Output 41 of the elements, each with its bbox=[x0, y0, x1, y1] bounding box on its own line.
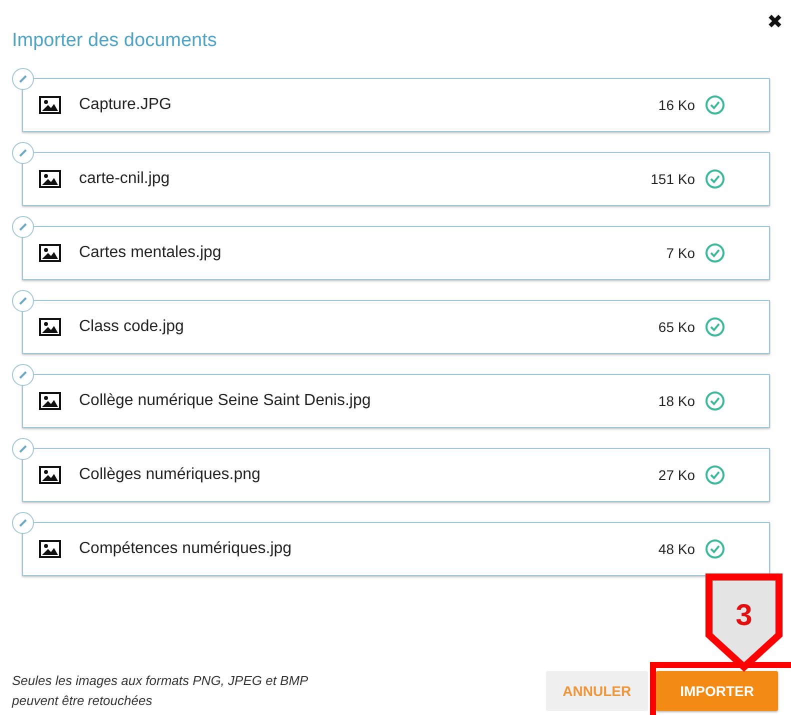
pencil-icon bbox=[18, 222, 28, 232]
format-note: Seules les images aux formats PNG, JPEG et BMP peuvent être retouchées bbox=[12, 672, 309, 710]
pencil-icon bbox=[18, 518, 28, 528]
file-size: 27 Ko bbox=[658, 467, 695, 483]
pencil-icon bbox=[18, 74, 28, 84]
edit-button[interactable] bbox=[12, 142, 34, 164]
edit-button[interactable] bbox=[12, 438, 34, 460]
pencil-icon bbox=[18, 444, 28, 454]
image-icon bbox=[39, 392, 61, 410]
file-name: Collège numérique Seine Saint Denis.jpg bbox=[79, 392, 372, 410]
pencil-icon bbox=[18, 370, 28, 380]
file-name: Cartes mentales.jpg bbox=[79, 244, 222, 262]
edit-button[interactable] bbox=[12, 216, 34, 238]
file-name: carte-cnil.jpg bbox=[79, 170, 171, 188]
cancel-button[interactable]: ANNULER bbox=[546, 671, 648, 711]
edit-button[interactable] bbox=[12, 364, 34, 386]
close-button[interactable]: ✖ bbox=[763, 8, 787, 36]
file-name: Class code.jpg bbox=[79, 318, 185, 336]
pencil-icon bbox=[18, 296, 28, 306]
edit-button[interactable] bbox=[12, 68, 34, 90]
file-name: Compétences numériques.jpg bbox=[79, 540, 293, 558]
image-icon bbox=[39, 466, 61, 484]
file-size: 7 Ko bbox=[666, 245, 695, 261]
edit-button[interactable] bbox=[12, 512, 34, 534]
file-name: Collèges numériques.png bbox=[79, 466, 262, 484]
file-size: 18 Ko bbox=[658, 393, 695, 409]
pencil-icon bbox=[18, 148, 28, 158]
file-name: Capture.JPG bbox=[79, 96, 172, 114]
file-size: 16 Ko bbox=[658, 97, 695, 113]
edit-button[interactable] bbox=[12, 290, 34, 312]
image-icon bbox=[39, 318, 61, 336]
image-icon bbox=[39, 244, 61, 262]
step-number: 3 bbox=[736, 599, 752, 632]
dialog-title: Importer des documents bbox=[12, 30, 217, 52]
image-icon bbox=[39, 96, 61, 114]
image-icon bbox=[39, 540, 61, 558]
file-size: 151 Ko bbox=[650, 171, 695, 187]
import-button[interactable]: IMPORTER bbox=[656, 671, 778, 711]
image-icon bbox=[39, 170, 61, 188]
file-size: 48 Ko bbox=[658, 541, 695, 557]
file-size: 65 Ko bbox=[658, 319, 695, 335]
